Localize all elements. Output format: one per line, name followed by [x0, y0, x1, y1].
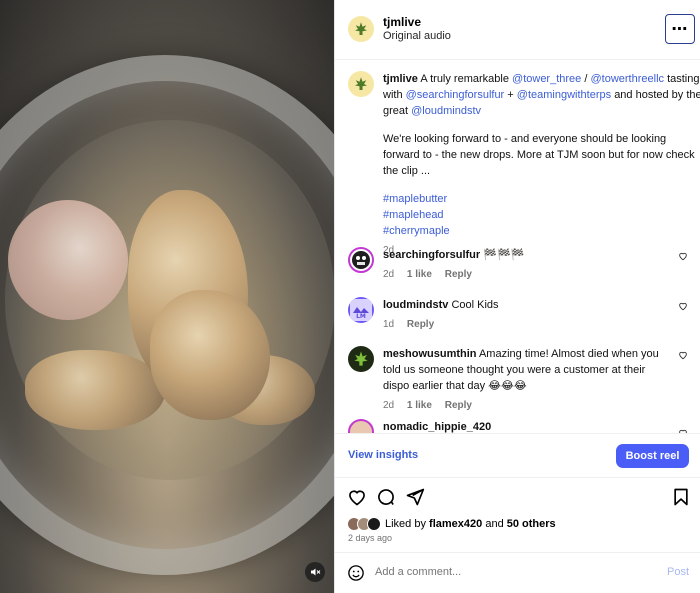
reel-post-window: tjmlive Original audio ⋯ tjmlive A truly…: [0, 0, 700, 593]
comment-likes[interactable]: 1 like: [407, 269, 432, 280]
more-icon: ⋯: [671, 21, 689, 38]
bookmark-icon[interactable]: [671, 487, 691, 507]
comment-username[interactable]: loudmindstv: [383, 299, 448, 311]
comment-username[interactable]: searchingforsulfur: [383, 249, 480, 261]
caption-text: tjmlive A truly remarkable @tower_three …: [383, 71, 700, 259]
heart-icon[interactable]: [678, 350, 688, 360]
hashtag-link[interactable]: #maplebutter: [383, 191, 700, 207]
reply-button[interactable]: Reply: [445, 400, 472, 411]
comment-text: 🏁🏁🏁: [483, 249, 525, 261]
comment-username[interactable]: meshowusumthin: [383, 348, 477, 360]
liker-username[interactable]: flamex420: [429, 518, 482, 530]
reply-button[interactable]: Reply: [445, 269, 472, 280]
post-panel: tjmlive Original audio ⋯ tjmlive A truly…: [334, 0, 700, 593]
comment-username[interactable]: nomadic_hippie_420: [383, 421, 491, 433]
comment-text: Cool Kids: [451, 299, 499, 311]
likes-summary[interactable]: Liked by flamex420 and 50 others: [347, 516, 556, 532]
comment-composer: Post: [335, 552, 700, 593]
emoji-icon[interactable]: [347, 564, 365, 582]
comment-input[interactable]: [375, 566, 605, 578]
mention-link[interactable]: @tower_three: [512, 73, 581, 85]
actions-bar: Liked by flamex420 and 50 others 2 days …: [335, 477, 700, 549]
comment-age: 2d: [383, 269, 395, 280]
share-icon[interactable]: [405, 487, 425, 507]
more-options-button[interactable]: ⋯: [665, 14, 695, 44]
post-age: 2 days ago: [348, 533, 393, 543]
header-username[interactable]: tjmlive: [383, 15, 421, 29]
post-button[interactable]: Post: [667, 566, 689, 578]
audio-label[interactable]: Original audio: [383, 30, 451, 42]
mention-link[interactable]: @loudmindstv: [411, 105, 481, 117]
heart-icon[interactable]: [678, 301, 688, 311]
svg-text:LM: LM: [356, 313, 366, 320]
avatar: [367, 517, 381, 531]
avatar[interactable]: [348, 419, 374, 433]
reel-video[interactable]: [0, 0, 334, 593]
avatar[interactable]: [348, 247, 374, 273]
post-header: tjmlive Original audio ⋯: [335, 0, 700, 60]
caption-paragraph: We're looking forward to - and everyone …: [383, 133, 695, 177]
avatar[interactable]: [348, 71, 374, 97]
like-heart-icon[interactable]: [347, 487, 367, 507]
mention-link[interactable]: @towerthreellc: [590, 73, 664, 85]
view-insights-link[interactable]: View insights: [348, 449, 418, 461]
mute-icon[interactable]: [305, 562, 325, 582]
boost-reel-button[interactable]: Boost reel: [616, 444, 689, 468]
caption-username[interactable]: tjmlive: [383, 73, 418, 85]
mention-link[interactable]: @searchingforsulfur: [406, 89, 505, 101]
avatar[interactable]: [348, 346, 374, 372]
comment-likes[interactable]: 1 like: [407, 400, 432, 411]
comment-age: 2d: [383, 400, 395, 411]
likes-count[interactable]: 50 others: [507, 518, 556, 530]
comments-scroll[interactable]: tjmlive A truly remarkable @tower_three …: [335, 61, 700, 433]
hashtag-link[interactable]: #cherrymaple: [383, 223, 700, 239]
comment-age: 1d: [383, 319, 395, 330]
mention-link[interactable]: @teamingwithterps: [517, 89, 611, 101]
avatar[interactable]: LM: [348, 297, 374, 323]
hashtag-link[interactable]: #maplehead: [383, 207, 700, 223]
avatar[interactable]: [348, 16, 374, 42]
insights-bar: View insights Boost reel: [335, 433, 700, 477]
reply-button[interactable]: Reply: [407, 319, 434, 330]
comment-icon[interactable]: [376, 487, 396, 507]
heart-icon[interactable]: [678, 251, 688, 261]
